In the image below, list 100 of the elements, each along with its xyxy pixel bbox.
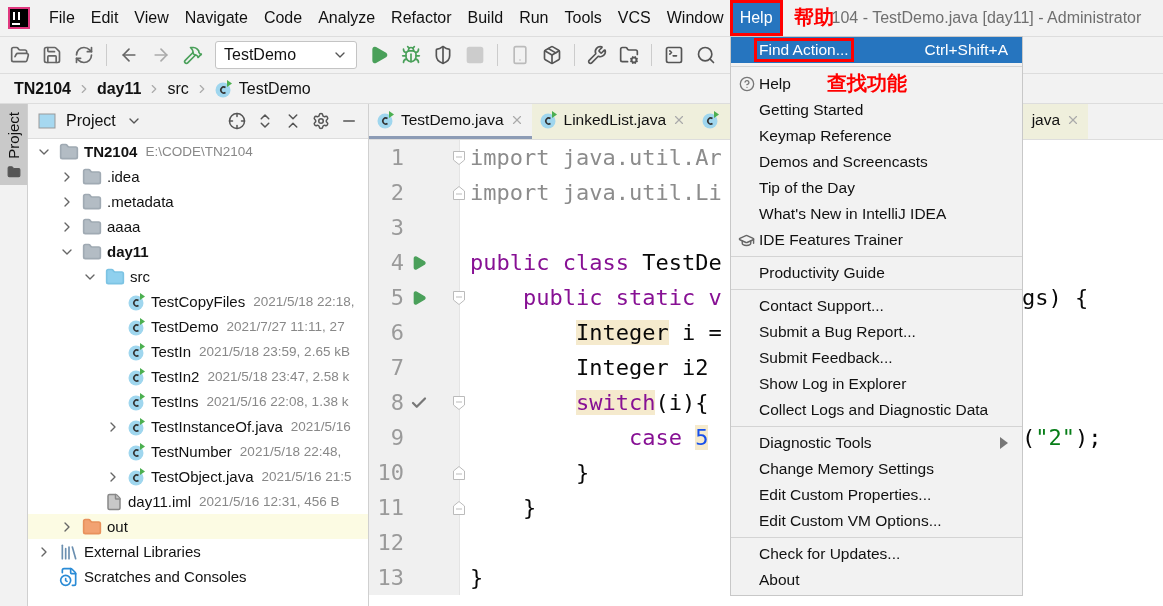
class-icon — [539, 111, 558, 129]
save-icon[interactable] — [42, 45, 62, 65]
menu-entry[interactable]: Edit Custom Properties... — [731, 482, 1022, 508]
project-structure-icon[interactable] — [619, 45, 639, 65]
bug-icon[interactable] — [401, 45, 421, 65]
code-line: } — [574, 460, 591, 485]
menu-item[interactable]: Window — [659, 3, 731, 33]
tree-item[interactable]: TestIns 2021/5/16 22:08, 1.38 k — [28, 389, 368, 414]
item-detail: 2021/5/16 22:08, 1.38 k — [206, 394, 349, 409]
menu-entry[interactable]: Diagnostic Tools — [731, 430, 1022, 456]
run-icon[interactable] — [369, 45, 389, 65]
menu-entry[interactable]: Submit a Bug Report... — [731, 319, 1022, 345]
menu-entry[interactable]: Edit Custom VM Options... — [731, 508, 1022, 534]
item-detail: E:\CODE\TN2104 — [145, 144, 253, 159]
item-detail: 2021/5/18 23:59, 2.65 kB — [199, 344, 350, 359]
line-number: 7 — [389, 355, 404, 380]
class-icon — [128, 342, 146, 361]
breadcrumb[interactable]: TestDemo — [238, 79, 311, 98]
menu-item[interactable]: Navigate — [177, 3, 255, 33]
tree-item[interactable]: TestIn2 2021/5/18 23:47, 2.58 k — [28, 364, 368, 389]
breadcrumb[interactable]: day11 — [96, 79, 142, 98]
line-number: 9 — [389, 425, 404, 450]
menu-entry[interactable]: Find Action... Ctrl+Shift+A — [731, 37, 1022, 63]
class-icon — [128, 467, 146, 486]
tree-item[interactable]: aaaa — [28, 214, 368, 239]
item-detail: 2021/5/18 22:18, — [253, 294, 355, 309]
line-number: 12 — [376, 530, 404, 555]
menu-entry[interactable]: Contact Support... — [731, 293, 1022, 319]
app-logo — [8, 7, 30, 29]
item-label: out — [107, 518, 128, 535]
tree-item[interactable]: TestObject.java 2021/5/16 21:5 — [28, 464, 368, 489]
menu-entry[interactable]: Demos and Screencasts — [731, 149, 1022, 175]
tree-item[interactable]: .idea — [28, 164, 368, 189]
menu-entry[interactable]: About — [731, 567, 1022, 593]
tree-item[interactable]: TN2104 E:\CODE\TN2104 — [28, 139, 368, 164]
breadcrumb[interactable]: TN2104 — [14, 79, 71, 98]
code-line: ("2"); — [1022, 425, 1103, 450]
panel-title[interactable]: Project — [66, 112, 116, 130]
terminal-icon[interactable] — [664, 45, 684, 65]
open-folder-icon[interactable] — [10, 45, 30, 65]
item-label: External Libraries — [84, 543, 201, 560]
folder-icon — [82, 191, 102, 212]
sync-icon[interactable] — [74, 45, 94, 65]
menu-item[interactable]: Help — [732, 3, 780, 33]
item-label: TestDemo — [151, 318, 219, 335]
menu-entry[interactable]: Keymap Reference — [731, 123, 1022, 149]
menu-entry[interactable]: Tip of the Day — [731, 175, 1022, 201]
tree-item[interactable]: TestCopyFiles 2021/5/18 22:18, — [28, 289, 368, 314]
menu-item[interactable]: Edit — [83, 3, 126, 33]
tree-item[interactable]: .metadata — [28, 189, 368, 214]
tree-item[interactable]: Scratches and Consoles — [28, 564, 368, 589]
menu-item[interactable]: Code — [256, 3, 310, 33]
tree-item[interactable]: day11.iml 2021/5/16 12:31, 456 B — [28, 489, 368, 514]
tree-item[interactable]: TestDemo 2021/7/27 11:11, 27 — [28, 314, 368, 339]
menu-entry[interactable]: Show Log in Explorer — [731, 371, 1022, 397]
menu-entry[interactable]: Getting Started — [731, 97, 1022, 123]
class-icon — [128, 392, 146, 411]
menu-entry[interactable]: Change Memory Settings — [731, 456, 1022, 482]
code-line: import java.util.Li — [469, 180, 723, 205]
tree-item[interactable]: TestInstanceOf.java 2021/5/16 — [28, 414, 368, 439]
tree-item[interactable]: External Libraries — [28, 539, 368, 564]
item-label: .idea — [107, 168, 140, 185]
menu-item[interactable]: Refactor — [384, 3, 459, 33]
run-config-dropdown[interactable]: TestDemo — [215, 41, 357, 69]
tree-item[interactable]: src — [28, 264, 368, 289]
run-icon[interactable] — [411, 254, 427, 271]
code-line: Integer i = — [574, 320, 723, 345]
coverage-icon[interactable] — [433, 45, 453, 65]
search-icon[interactable] — [696, 45, 716, 65]
menu-item[interactable]: Tools — [557, 3, 609, 33]
breadcrumb[interactable]: src — [167, 79, 189, 98]
menu-item[interactable]: View — [127, 3, 176, 33]
line-number: 4 — [389, 250, 404, 275]
item-detail: 2021/5/16 12:31, 456 B — [199, 494, 340, 509]
settings-icon[interactable] — [312, 112, 330, 130]
menu-item[interactable]: File — [42, 3, 82, 33]
editor-tab[interactable]: LinkedList.java — [531, 104, 695, 139]
package-icon[interactable] — [542, 45, 562, 65]
menu-item[interactable]: VCS — [610, 3, 658, 33]
tree-item[interactable]: day11 — [28, 239, 368, 264]
menu-entry[interactable]: IDE Features Trainer — [731, 227, 1022, 253]
menu-entry[interactable]: What's New in IntelliJ IDEA — [731, 201, 1022, 227]
locate-icon[interactable] — [228, 112, 246, 130]
menu-entry[interactable]: Submit Feedback... — [731, 345, 1022, 371]
menu-entry[interactable]: Collect Logs and Diagnostic Data — [731, 397, 1022, 423]
menu-entry[interactable]: Check for Updates... — [731, 541, 1022, 567]
menu-entry[interactable]: Help — [731, 70, 807, 97]
tree-item[interactable]: TestNumber 2021/5/18 22:48, — [28, 439, 368, 464]
menu-item[interactable]: Run — [512, 3, 556, 33]
project-side-tab[interactable]: Project — [0, 104, 27, 185]
hammer-icon[interactable] — [183, 45, 203, 65]
wrench-icon[interactable] — [587, 45, 607, 65]
menu-entry[interactable]: Productivity Guide — [731, 260, 1022, 286]
view-icon — [38, 113, 56, 129]
tree-item[interactable]: TestIn 2021/5/18 23:59, 2.65 kB — [28, 339, 368, 364]
menu-item[interactable]: Build — [460, 3, 511, 33]
item-label: TestIn2 — [151, 368, 200, 385]
run-icon[interactable] — [411, 289, 427, 306]
menu-item[interactable]: Analyze — [311, 3, 383, 33]
annotation-label: 查找功能 — [826, 70, 907, 97]
